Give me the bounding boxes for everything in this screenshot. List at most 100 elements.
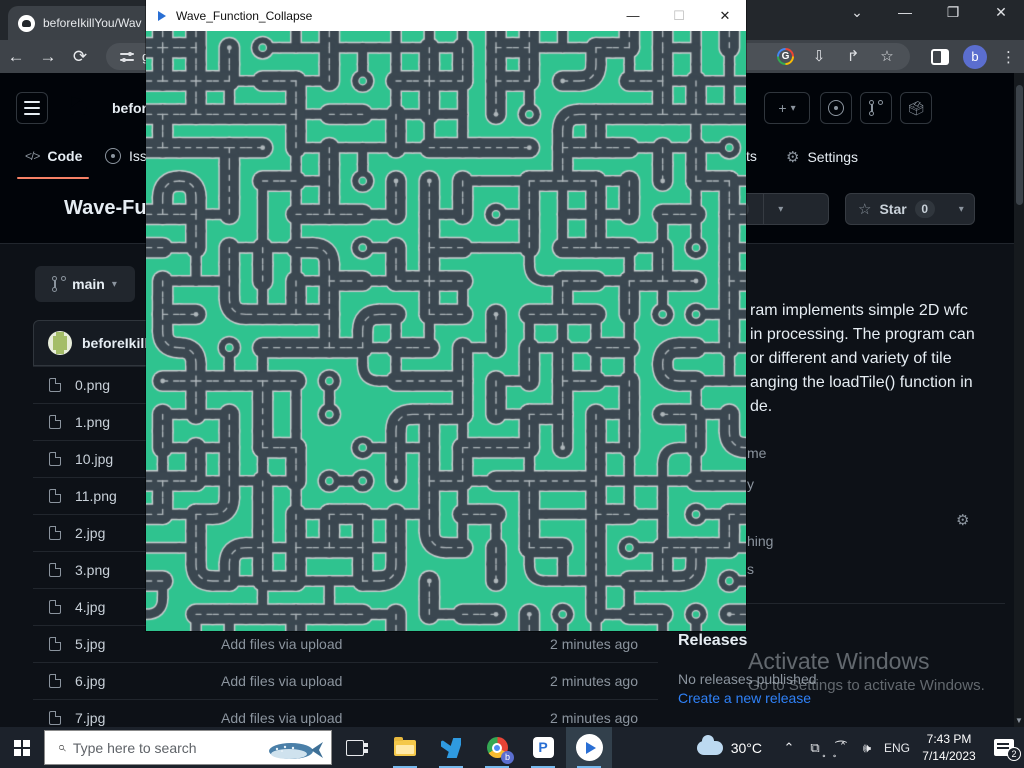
file-name-link[interactable]: 10.jpg (75, 451, 113, 467)
file-name-link[interactable]: 0.png (75, 377, 110, 393)
browser-menu-icon[interactable]: ⋮ (1001, 48, 1016, 66)
commit-message-link[interactable]: Add files via upload (193, 673, 508, 689)
wfc-window-buttons: — ☐ ✕ (616, 0, 742, 31)
branch-selector[interactable]: main ▾ (35, 266, 135, 302)
vscode-button[interactable] (428, 727, 474, 768)
wfc-window-titlebar[interactable]: Wave_Function_Collapse — ☐ ✕ (146, 0, 746, 31)
side-panel-icon[interactable] (931, 49, 949, 65)
commit-author-avatar[interactable] (48, 331, 72, 355)
notification-center-button[interactable]: 2 (994, 739, 1014, 756)
search-highlight-whale-image[interactable] (265, 736, 327, 762)
forward-button[interactable]: → (32, 47, 64, 67)
google-logo-icon[interactable] (777, 48, 794, 65)
tab-code[interactable]: </> Code (25, 148, 82, 164)
wifi-icon[interactable]: 〪〭⁀̂ (828, 738, 854, 757)
activate-windows-watermark: Activate Windows (748, 648, 930, 675)
system-tray: 30°C ⌃ ⧉ 〪〭⁀̂ 🕪 ENG 7:43 PM 7/14/2023 2 (697, 727, 1024, 768)
temperature[interactable]: 30°C (731, 740, 762, 756)
taskbar-search-box[interactable]: ⌕ Type here to search (44, 730, 332, 765)
star-button[interactable]: ☆ Star 0 ▾ (845, 193, 975, 225)
window-maximize-button[interactable]: ❐ (938, 4, 968, 21)
file-icon (49, 600, 61, 614)
file-icon (49, 711, 61, 725)
sidebar-activity-fragment[interactable]: y (747, 476, 754, 492)
reload-button[interactable]: ⟳ (64, 47, 96, 67)
scrollbar-thumb[interactable] (1016, 85, 1023, 205)
wfc-window-title: Wave_Function_Collapse (176, 9, 312, 23)
tray-chevron-icon[interactable]: ⌃ (776, 740, 802, 756)
pull-requests-header-button[interactable] (860, 92, 892, 124)
issue-circle-dot-icon (828, 100, 844, 116)
profile-avatar[interactable]: b (963, 45, 987, 69)
file-name-link[interactable]: 3.png (75, 562, 110, 578)
weather-cloud-icon[interactable] (697, 741, 723, 755)
breadcrumb[interactable]: befor (112, 100, 147, 116)
file-name-link[interactable]: 5.jpg (75, 636, 105, 652)
issues-header-button[interactable] (820, 92, 852, 124)
github-favicon-icon (18, 15, 35, 32)
tab-search-chevron-icon[interactable]: ⌄ (842, 4, 872, 21)
file-icon (49, 637, 61, 651)
file-name-link[interactable]: 4.jpg (75, 599, 105, 615)
repo-title[interactable]: Wave-Fu (64, 197, 147, 220)
tab-insights-fragment[interactable]: ts (746, 148, 757, 164)
tablet-mode-icon[interactable]: ⧉ (802, 740, 828, 756)
table-row[interactable]: 6.jpgAdd files via upload2 minutes ago (33, 662, 658, 699)
tab-settings[interactable]: ⚙ Settings (786, 148, 858, 166)
language-indicator[interactable]: ENG (880, 741, 914, 755)
sketch-run-icon (576, 734, 603, 761)
back-button[interactable]: ← (0, 47, 32, 67)
scrollbar-down-arrow[interactable]: ▼ (1014, 716, 1024, 725)
tab-title: beforeIkillYou/Wav (43, 16, 142, 30)
file-name-link[interactable]: 2.jpg (75, 525, 105, 541)
wfc-close-button[interactable]: ✕ (708, 8, 742, 24)
task-view-icon (346, 740, 364, 756)
file-icon (49, 489, 61, 503)
file-name-link[interactable]: 6.jpg (75, 673, 105, 689)
branch-icon (53, 277, 65, 291)
about-settings-gear-icon[interactable]: ⚙ (956, 511, 969, 529)
desktop-screen: beforeIkillYou/Wav ⌄ — ❐ ✕ ← → ⟳ g ⇩ ↱ ☆… (0, 0, 1024, 768)
file-icon (49, 415, 61, 429)
file-explorer-button[interactable] (382, 727, 428, 768)
sidebar-watching-fragment[interactable]: hing (747, 533, 773, 549)
about-text-line: ram implements simple 2D wfc (750, 302, 968, 320)
processing-ide-button[interactable]: P (520, 727, 566, 768)
about-text-line: in processing. The program can (750, 326, 975, 344)
task-view-button[interactable] (332, 727, 378, 768)
file-explorer-icon (394, 740, 416, 756)
inbox-icon: 🗳 (907, 100, 925, 117)
running-sketch-button[interactable] (566, 727, 612, 768)
commit-message-link[interactable]: Add files via upload (193, 710, 508, 726)
window-close-button[interactable]: ✕ (986, 4, 1016, 21)
star-caret-icon[interactable]: ▾ (959, 204, 964, 215)
wfc-maximize-button[interactable]: ☐ (662, 8, 696, 24)
about-text-line: anging the loadTile() function in (750, 374, 973, 392)
inbox-header-button[interactable]: 🗳 (900, 92, 932, 124)
wfc-minimize-button[interactable]: — (616, 8, 650, 23)
fork-caret-icon[interactable]: ▾ (778, 204, 783, 215)
file-name-link[interactable]: 7.jpg (75, 710, 105, 726)
gear-icon: ⚙ (786, 148, 799, 166)
site-settings-icon[interactable] (120, 51, 134, 63)
commit-message-link[interactable]: Add files via upload (193, 636, 508, 652)
volume-icon[interactable]: 🕪 (854, 740, 880, 756)
commit-time: 2 minutes ago (508, 710, 658, 726)
tab-issues[interactable]: Iss (105, 148, 147, 164)
file-name-link[interactable]: 1.png (75, 414, 110, 430)
bookmark-star-icon[interactable]: ☆ (878, 48, 896, 66)
sidebar-forks-fragment[interactable]: s (747, 561, 754, 577)
create-new-button[interactable]: + ▾ (764, 92, 810, 124)
share-icon[interactable]: ↱ (844, 48, 862, 66)
window-minimize-button[interactable]: — (890, 4, 920, 21)
start-button[interactable] (0, 727, 44, 768)
install-icon[interactable]: ⇩ (810, 48, 828, 66)
chrome-button[interactable]: b (474, 727, 520, 768)
page-scrollbar[interactable]: ▼ (1014, 73, 1024, 727)
sidebar-readme-fragment[interactable]: me (747, 445, 766, 461)
clock[interactable]: 7:43 PM 7/14/2023 (914, 731, 984, 763)
hamburger-menu-button[interactable] (16, 92, 48, 124)
commit-author[interactable]: beforeIkill (82, 335, 148, 351)
file-name-link[interactable]: 11.png (75, 488, 117, 504)
browser-window-controls: ⌄ — ❐ ✕ (842, 4, 1024, 21)
